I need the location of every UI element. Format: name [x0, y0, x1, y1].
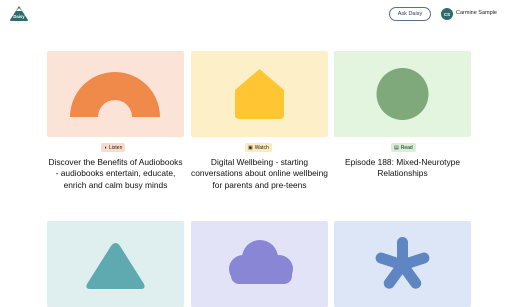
- cloud-shape-icon: [191, 221, 328, 307]
- card-thumbnail[interactable]: [191, 51, 328, 137]
- badge-label: Listen: [109, 144, 123, 151]
- card-title[interactable]: Digital Wellbeing - starting conversatio…: [191, 157, 328, 191]
- card-title[interactable]: Episode 188: Mixed-Neurotype Relationshi…: [334, 157, 471, 180]
- triangle-shape-icon: [47, 221, 184, 307]
- headphones-icon: ◖: [104, 144, 108, 151]
- read-badge: ▤ Read: [391, 143, 416, 152]
- listen-badge: ◖ Listen: [101, 143, 126, 152]
- circle-shape-icon: [334, 51, 471, 137]
- house-shape-icon: [191, 51, 328, 137]
- user-name[interactable]: Carmine Sample: [456, 10, 497, 16]
- badge-label: Read: [400, 144, 413, 151]
- avatar[interactable]: CS: [441, 8, 453, 20]
- ask-daisy-button[interactable]: Ask Daisy: [389, 7, 431, 21]
- badge-label: Watch: [254, 144, 269, 151]
- card-thumbnail[interactable]: [334, 51, 471, 137]
- arch-shape-icon: [47, 51, 184, 137]
- card-thumbnail[interactable]: [334, 221, 471, 307]
- book-icon: ▤: [394, 144, 399, 151]
- card-thumbnail[interactable]: [47, 51, 184, 137]
- daisy-logo[interactable]: Daisy: [9, 5, 29, 22]
- tv-icon: ▣: [248, 144, 253, 151]
- watch-badge: ▣ Watch: [245, 143, 272, 152]
- top-header: Daisy Ask Daisy CS Carmine Sample: [0, 0, 512, 28]
- flower-shape-icon: [334, 221, 471, 307]
- card-title[interactable]: Discover the Benefits of Audiobooks - au…: [47, 157, 184, 191]
- logo-text: Daisy: [13, 14, 25, 19]
- avatar-initials: CS: [443, 11, 451, 17]
- ask-daisy-label: Ask Daisy: [397, 11, 423, 17]
- card-thumbnail[interactable]: [191, 221, 328, 307]
- card-thumbnail[interactable]: [47, 221, 184, 307]
